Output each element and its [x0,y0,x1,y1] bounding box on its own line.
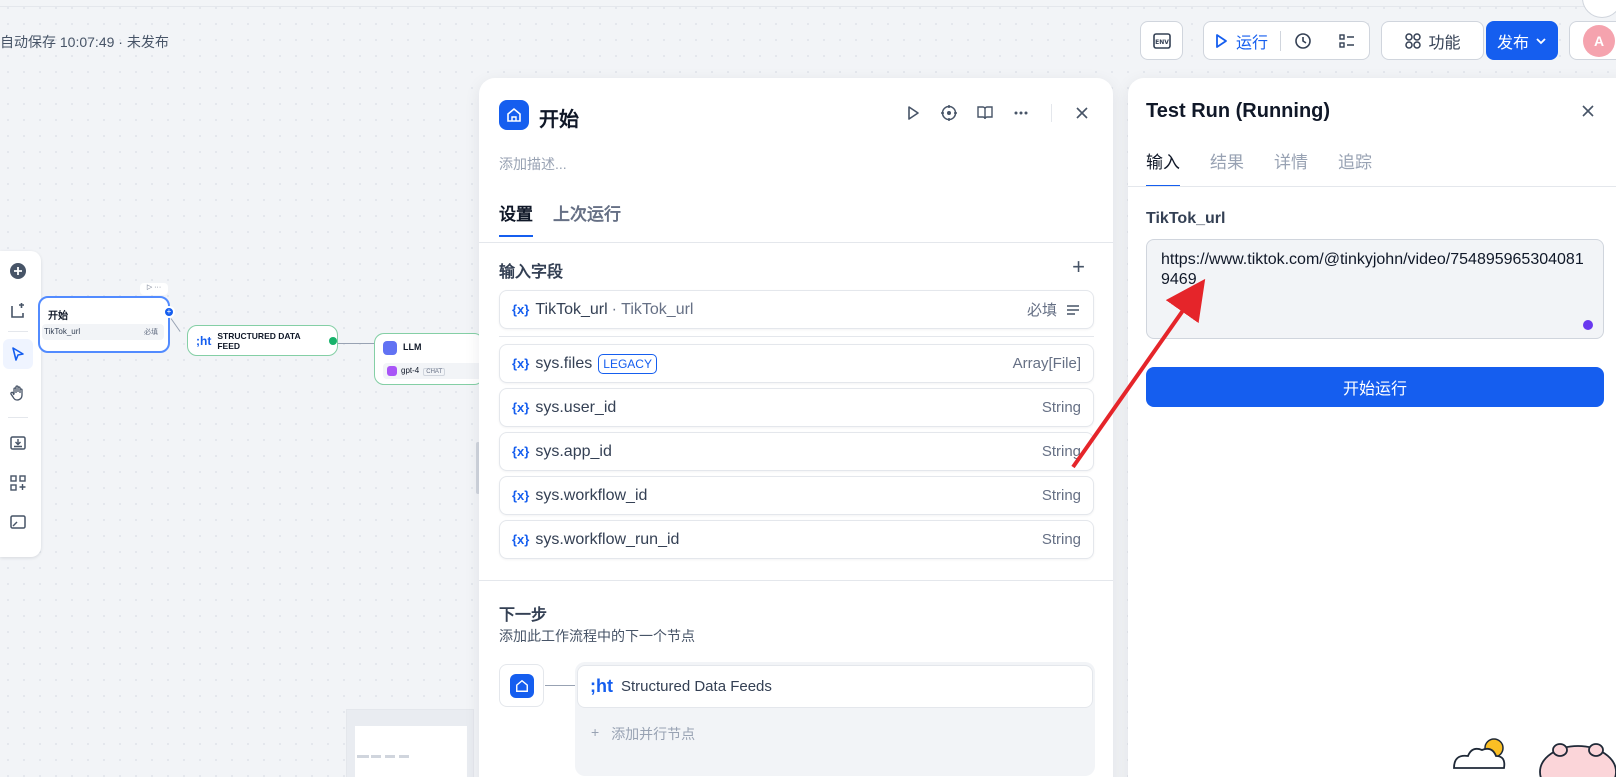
decorative-mascot [1453,738,1616,777]
annotation-arrow [1071,278,1206,469]
